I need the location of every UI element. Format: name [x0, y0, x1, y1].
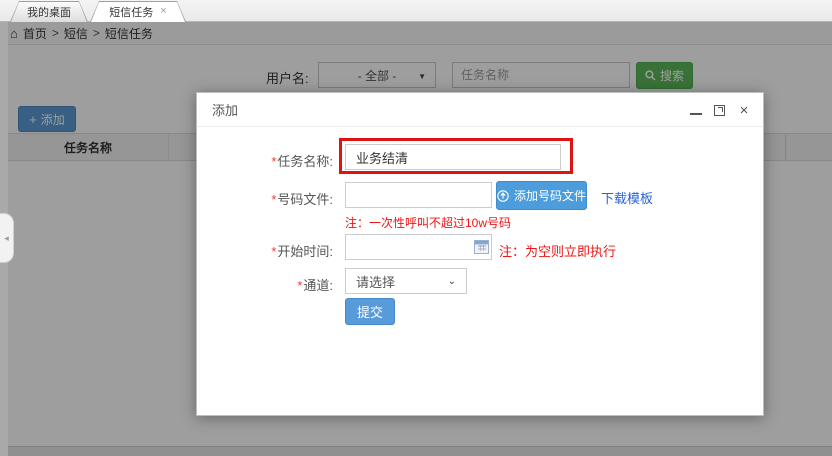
- maximize-icon[interactable]: [714, 105, 725, 116]
- required-asterisk: *: [297, 278, 302, 293]
- submit-button[interactable]: 提交: [345, 298, 395, 325]
- tab-label: 我的桌面: [27, 4, 71, 20]
- required-asterisk: *: [271, 244, 276, 259]
- number-file-label: *号码文件:: [197, 189, 333, 208]
- app-window: 我的桌面 短信任务 × ⌂ 首页 > 短信 > 短信任务 用户名: - 全部 -…: [0, 0, 832, 456]
- channel-label: *通道:: [197, 275, 333, 294]
- dialog-header[interactable]: 添加 ×: [197, 93, 763, 127]
- tab-label: 短信任务: [109, 4, 153, 20]
- start-time-label: *开始时间:: [197, 241, 333, 260]
- channel-select-value: 请选择: [356, 272, 395, 291]
- channel-select[interactable]: 请选择 ⌄: [345, 268, 467, 294]
- add-dialog: 添加 × *任务名称: *号码文件: 添加号码文件 下载模板: [196, 92, 764, 416]
- tab-close-icon[interactable]: ×: [160, 6, 166, 17]
- dialog-title: 添加: [197, 100, 238, 119]
- start-time-input[interactable]: [345, 234, 492, 260]
- add-number-file-button[interactable]: 添加号码文件: [496, 181, 587, 210]
- collapse-arrow-icon: ◂: [4, 233, 9, 244]
- task-name-label: *任务名称:: [197, 151, 333, 170]
- chevron-down-icon: ⌄: [448, 276, 456, 287]
- number-file-input[interactable]: [345, 182, 492, 208]
- sidebar-collapse-handle[interactable]: ◂: [0, 213, 14, 263]
- task-name-input[interactable]: [345, 144, 561, 170]
- tab-sms-task[interactable]: 短信任务 ×: [90, 1, 186, 22]
- upload-button-label: 添加号码文件: [514, 187, 586, 204]
- start-time-note: 注：为空则立即执行: [499, 241, 616, 260]
- tab-bar: 我的桌面 短信任务 ×: [0, 0, 832, 22]
- required-asterisk: *: [271, 192, 276, 207]
- upload-icon: [497, 190, 509, 202]
- number-file-note: 注：一次性呼叫不超过10w号码: [345, 214, 511, 231]
- required-asterisk: *: [271, 154, 276, 169]
- minimize-icon[interactable]: [690, 106, 702, 115]
- tab-my-desktop[interactable]: 我的桌面: [10, 1, 88, 22]
- close-icon[interactable]: ×: [737, 103, 751, 117]
- submit-button-label: 提交: [357, 302, 383, 321]
- calendar-icon[interactable]: [474, 239, 489, 254]
- download-template-link[interactable]: 下载模板: [601, 188, 653, 207]
